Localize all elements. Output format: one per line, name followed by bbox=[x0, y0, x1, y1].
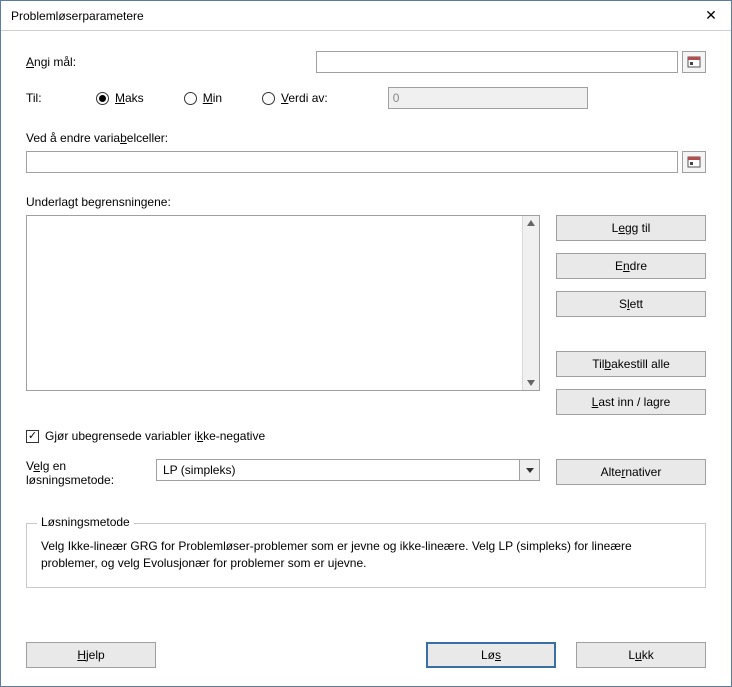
change-button[interactable]: Endre bbox=[556, 253, 706, 279]
objective-label: Angi mål: bbox=[26, 55, 316, 69]
radio-valueof[interactable]: Verdi av: bbox=[262, 91, 328, 105]
radio-max[interactable]: Maks bbox=[96, 91, 144, 105]
valueof-input[interactable] bbox=[388, 87, 588, 109]
radio-circle-icon bbox=[184, 92, 197, 105]
radio-circle-icon bbox=[96, 92, 109, 105]
constraints-label: Underlagt begrensningene: bbox=[26, 195, 706, 209]
add-button[interactable]: Legg til bbox=[556, 215, 706, 241]
close-button[interactable]: Lukk bbox=[576, 642, 706, 668]
radio-min[interactable]: Min bbox=[184, 91, 222, 105]
to-row: Til: Maks Min Verdi av: bbox=[26, 87, 706, 109]
options-button[interactable]: Alternativer bbox=[556, 459, 706, 485]
solver-dialog: Problemløserparametere ✕ Angi mål: Til: bbox=[0, 0, 732, 687]
reset-all-button[interactable]: Tilbakestill alle bbox=[556, 351, 706, 377]
objective-range-picker[interactable] bbox=[682, 51, 706, 73]
group-legend: Løsningsmetode bbox=[37, 515, 134, 529]
range-picker-icon bbox=[687, 56, 701, 68]
dialog-content: Angi mål: Til: Maks Min bbox=[1, 31, 731, 626]
scrollbar[interactable] bbox=[522, 216, 539, 390]
titlebar: Problemløserparametere ✕ bbox=[1, 1, 731, 31]
method-description-group: Løsningsmetode Velg Ikke-lineær GRG for … bbox=[26, 523, 706, 588]
method-row: Velg en løsningsmetode: LP (simpleks) Al… bbox=[26, 459, 706, 487]
changing-cells-row bbox=[26, 151, 706, 173]
method-combobox[interactable]: LP (simpleks) bbox=[156, 459, 540, 481]
to-label: Til: bbox=[26, 91, 96, 105]
constraints-area: Legg til Endre Slett Tilbakestill alle L… bbox=[26, 215, 706, 415]
group-description: Velg Ikke-lineær GRG for Problemløser-pr… bbox=[41, 538, 691, 573]
constraint-buttons: Legg til Endre Slett Tilbakestill alle L… bbox=[556, 215, 706, 415]
window-title: Problemløserparametere bbox=[11, 9, 691, 23]
objective-row: Angi mål: bbox=[26, 51, 706, 73]
method-label: Velg en løsningsmetode: bbox=[26, 459, 156, 487]
radio-circle-icon bbox=[262, 92, 275, 105]
constraints-listbox[interactable] bbox=[26, 215, 540, 391]
method-value: LP (simpleks) bbox=[157, 460, 519, 480]
objective-input[interactable] bbox=[316, 51, 678, 73]
footer: Hjelp Løs Lukk bbox=[1, 626, 731, 686]
checkbox-icon: ✓ bbox=[26, 430, 39, 443]
close-icon[interactable]: ✕ bbox=[691, 1, 731, 31]
changing-cells-range-picker[interactable] bbox=[682, 151, 706, 173]
changing-cells-label: Ved å endre variabelceller: bbox=[26, 131, 706, 145]
load-save-button[interactable]: Last inn / lagre bbox=[556, 389, 706, 415]
changing-cells-input[interactable] bbox=[26, 151, 678, 173]
chevron-down-icon bbox=[519, 460, 539, 480]
optimization-radio-group: Maks Min Verdi av: bbox=[96, 91, 328, 105]
nonnegative-checkbox[interactable]: ✓ Gjør ubegrensede variabler ikke-negati… bbox=[26, 429, 706, 443]
solve-button[interactable]: Løs bbox=[426, 642, 556, 668]
range-picker-icon bbox=[687, 156, 701, 168]
help-button[interactable]: Hjelp bbox=[26, 642, 156, 668]
delete-button[interactable]: Slett bbox=[556, 291, 706, 317]
